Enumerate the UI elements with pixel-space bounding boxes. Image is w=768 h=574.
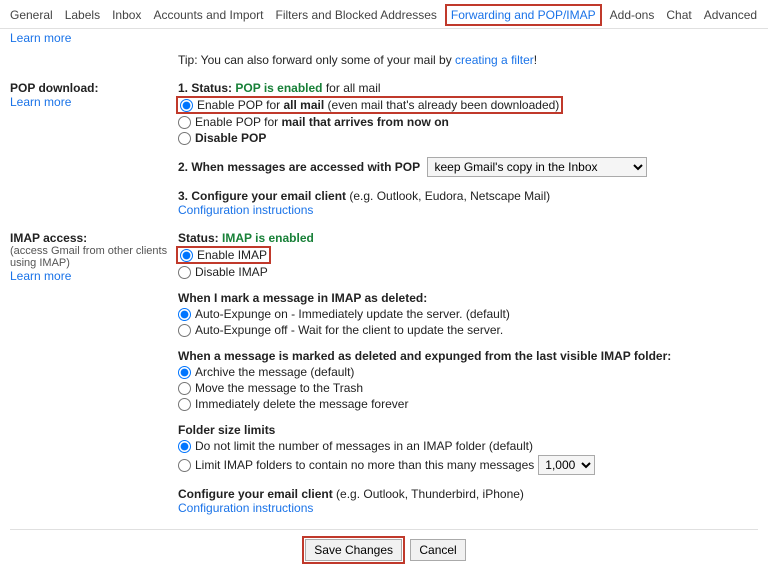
pop-enable-new-label: Enable POP for mail that arrives from no… [195,115,449,129]
imap-delete-forever-radio[interactable] [178,398,191,411]
tab-inbox[interactable]: Inbox [112,6,141,24]
pop-configure-sub: (e.g. Outlook, Eudora, Netscape Mail) [349,189,550,203]
pop-status-suffix: for all mail [323,81,381,95]
pop-enable-all-radio[interactable] [180,99,193,112]
pop-configure-label: 3. Configure your email client [178,189,349,203]
pop-disable-radio[interactable] [178,132,191,145]
imap-no-limit-radio[interactable] [178,440,191,453]
imap-limit-select[interactable]: 1,000 [538,455,595,475]
pop-enable-all-highlight: Enable POP for all mail (even mail that'… [176,96,563,114]
imap-status-value: IMAP is enabled [222,231,314,245]
imap-learn-more-link[interactable]: Learn more [10,269,71,283]
tab-filters[interactable]: Filters and Blocked Addresses [276,6,437,24]
tip-suffix: ! [534,53,537,67]
imap-delete-forever-label: Immediately delete the message forever [195,397,408,411]
pop-learn-more-link[interactable]: Learn more [10,95,71,109]
footer: Save Changes Cancel [10,529,758,564]
pop-enable-all-label: Enable POP for all mail (even mail that'… [197,98,559,112]
imap-disable-label: Disable IMAP [195,265,268,279]
imap-enable-label: Enable IMAP [197,248,267,262]
imap-trash-radio[interactable] [178,382,191,395]
tab-advanced[interactable]: Advanced [704,6,757,24]
imap-folder-header: Folder size limits [178,423,758,437]
pop-when-accessed-label: 2. When messages are accessed with POP [178,160,420,174]
imap-limit-radio[interactable] [178,459,191,472]
create-filter-link[interactable]: creating a filter [455,53,534,67]
pop-enable-new-radio[interactable] [178,116,191,129]
pop-action-select[interactable]: keep Gmail's copy in the Inbox [427,157,647,177]
tip-line: Tip: You can also forward only some of y… [178,53,758,67]
imap-trash-label: Move the message to the Trash [195,381,363,395]
imap-no-limit-label: Do not limit the number of messages in a… [195,439,533,453]
save-highlight: Save Changes [302,536,405,564]
imap-disable-radio[interactable] [178,266,191,279]
imap-subtitle: (access Gmail from other clients using I… [10,245,178,269]
pop-status-value: POP is enabled [235,81,322,95]
imap-expunge-off-label: Auto-Expunge off - Wait for the client t… [195,323,503,337]
tab-general[interactable]: General [10,6,53,24]
tab-accounts[interactable]: Accounts and Import [153,6,263,24]
save-button[interactable]: Save Changes [305,539,402,561]
imap-title: IMAP access: [10,231,178,245]
imap-configure-sub: (e.g. Outlook, Thunderbird, iPhone) [336,487,524,501]
tab-chat[interactable]: Chat [666,6,691,24]
pop-status-label: 1. Status: [178,81,235,95]
imap-expunge-on-radio[interactable] [178,308,191,321]
imap-expunge-off-radio[interactable] [178,324,191,337]
pop-disable-label: Disable POP [195,131,266,145]
imap-enable-radio[interactable] [180,249,193,262]
cancel-button[interactable]: Cancel [410,539,465,561]
imap-archive-label: Archive the message (default) [195,365,354,379]
pop-title: POP download: [10,81,178,95]
imap-deleted-header: When I mark a message in IMAP as deleted… [178,291,758,305]
imap-config-instructions-link[interactable]: Configuration instructions [178,501,313,515]
pop-config-instructions-link[interactable]: Configuration instructions [178,203,313,217]
imap-archive-radio[interactable] [178,366,191,379]
imap-configure-label: Configure your email client [178,487,336,501]
forwarding-learn-more-link[interactable]: Learn more [10,31,71,45]
imap-expunge-on-label: Auto-Expunge on - Immediately update the… [195,307,510,321]
tab-addons[interactable]: Add-ons [610,6,655,24]
imap-limit-label: Limit IMAP folders to contain no more th… [195,458,534,472]
imap-status-label: Status: [178,231,222,245]
tab-labels[interactable]: Labels [65,6,100,24]
imap-enable-highlight: Enable IMAP [176,246,271,264]
tip-text: Tip: You can also forward only some of y… [178,53,455,67]
settings-tabs: General Labels Inbox Accounts and Import… [0,0,768,29]
tab-forwarding-pop-imap[interactable]: Forwarding and POP/IMAP [445,4,602,26]
imap-expunged-header: When a message is marked as deleted and … [178,349,758,363]
